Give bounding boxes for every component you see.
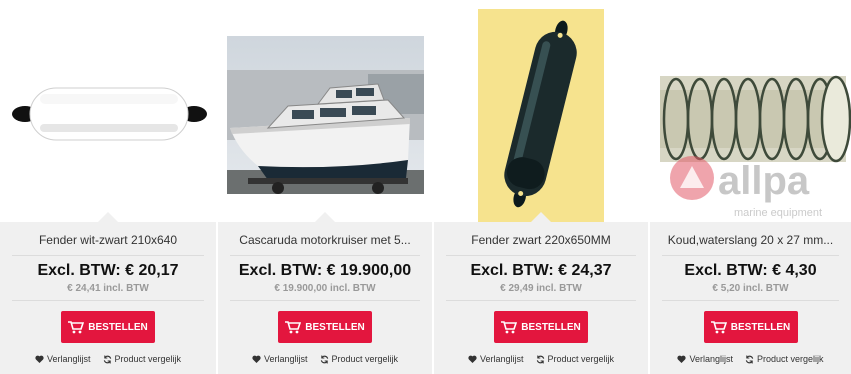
watermark-text: allpa bbox=[718, 159, 810, 203]
price-excl: Excl. BTW: € 19.900,00 bbox=[238, 262, 412, 279]
divider bbox=[230, 255, 420, 256]
divider bbox=[12, 300, 204, 301]
heart-icon bbox=[468, 355, 477, 363]
price-incl: € 29,49 incl. BTW bbox=[500, 283, 582, 294]
wishlist-label: Verlanglijst bbox=[479, 354, 524, 364]
spiral-hose-image: allpa marine equipment bbox=[660, 75, 851, 219]
wishlist-link[interactable]: Verlanglijst bbox=[677, 354, 733, 364]
compare-label: Product vergelijk bbox=[757, 354, 824, 364]
price-excl: Excl. BTW: € 4,30 bbox=[684, 262, 817, 279]
cart-icon bbox=[501, 320, 518, 333]
wishlist-label: Verlanglijst bbox=[689, 354, 733, 364]
compare-label: Product vergelijk bbox=[331, 354, 399, 364]
product-info: Koud,waterslang 20 x 27 mm... Excl. BTW:… bbox=[650, 222, 851, 374]
product-image[interactable] bbox=[218, 0, 432, 222]
black-fender-image bbox=[478, 9, 604, 222]
refresh-icon bbox=[745, 354, 754, 364]
wishlist-link[interactable]: Verlanglijst bbox=[252, 354, 308, 364]
order-button-label: BESTELLEN bbox=[88, 321, 148, 333]
heart-icon bbox=[35, 355, 44, 363]
cart-icon bbox=[710, 320, 727, 333]
compare-label: Product vergelijk bbox=[114, 354, 182, 364]
heart-icon bbox=[252, 355, 261, 363]
divider bbox=[12, 255, 204, 256]
compare-link[interactable]: Product vergelijk bbox=[320, 354, 399, 364]
product-info: Fender zwart 220x650MM Excl. BTW: € 24,3… bbox=[434, 212, 648, 374]
card-links: Verlanglijst Product vergelijk bbox=[434, 354, 648, 364]
product-image[interactable] bbox=[0, 0, 216, 222]
price-incl: € 24,41 incl. BTW bbox=[67, 283, 149, 294]
divider bbox=[230, 300, 420, 301]
product-image[interactable] bbox=[434, 0, 648, 222]
heart-icon bbox=[677, 355, 687, 363]
white-fender-image bbox=[12, 87, 207, 141]
product-card: allpa marine equipment Koud,waterslang 2… bbox=[650, 0, 851, 374]
price-excl: Excl. BTW: € 20,17 bbox=[37, 262, 179, 279]
order-button-label: BESTELLEN bbox=[305, 321, 365, 333]
price-incl: € 5,20 incl. BTW bbox=[712, 283, 789, 294]
compare-link[interactable]: Product vergelijk bbox=[745, 354, 824, 364]
product-card: Cascaruda motorkruiser met 5... Excl. BT… bbox=[218, 0, 432, 374]
order-button-label: BESTELLEN bbox=[521, 321, 581, 333]
product-title[interactable]: Fender wit-zwart 210x640 bbox=[6, 233, 210, 247]
wishlist-link[interactable]: Verlanglijst bbox=[35, 354, 91, 364]
divider bbox=[662, 300, 839, 301]
card-links: Verlanglijst Product vergelijk bbox=[650, 354, 851, 364]
order-button[interactable]: BESTELLEN bbox=[61, 311, 155, 343]
compare-link[interactable]: Product vergelijk bbox=[103, 354, 182, 364]
divider bbox=[446, 255, 636, 256]
compare-label: Product vergelijk bbox=[547, 354, 615, 364]
card-pointer bbox=[98, 212, 118, 222]
order-button-label: BESTELLEN bbox=[730, 321, 791, 333]
wishlist-label: Verlanglijst bbox=[46, 354, 91, 364]
product-info: Cascaruda motorkruiser met 5... Excl. BT… bbox=[218, 212, 432, 374]
card-links: Verlanglijst Product vergelijk bbox=[0, 354, 216, 364]
cart-icon bbox=[68, 320, 85, 333]
refresh-icon bbox=[103, 354, 111, 364]
motor-boat-image bbox=[227, 36, 424, 194]
compare-link[interactable]: Product vergelijk bbox=[536, 354, 615, 364]
wishlist-link[interactable]: Verlanglijst bbox=[468, 354, 524, 364]
refresh-icon bbox=[536, 354, 544, 364]
card-links: Verlanglijst Product vergelijk bbox=[218, 354, 432, 364]
wishlist-label: Verlanglijst bbox=[263, 354, 308, 364]
card-pointer bbox=[531, 212, 551, 222]
price-incl: € 19.900,00 incl. BTW bbox=[274, 283, 376, 294]
order-button[interactable]: BESTELLEN bbox=[703, 311, 798, 343]
product-title[interactable]: Fender zwart 220x650MM bbox=[440, 233, 642, 247]
watermark-subtext: marine equipment bbox=[734, 207, 822, 219]
order-button[interactable]: BESTELLEN bbox=[278, 311, 372, 343]
divider bbox=[662, 255, 839, 256]
product-title[interactable]: Koud,waterslang 20 x 27 mm... bbox=[656, 233, 845, 247]
divider bbox=[446, 300, 636, 301]
product-card: Fender wit-zwart 210x640 Excl. BTW: € 20… bbox=[0, 0, 216, 374]
cart-icon bbox=[285, 320, 302, 333]
product-grid: Fender wit-zwart 210x640 Excl. BTW: € 20… bbox=[0, 0, 851, 374]
order-button[interactable]: BESTELLEN bbox=[494, 311, 588, 343]
card-pointer bbox=[315, 212, 335, 222]
product-title[interactable]: Cascaruda motorkruiser met 5... bbox=[224, 233, 426, 247]
product-image[interactable]: allpa marine equipment bbox=[650, 0, 851, 222]
refresh-icon bbox=[320, 354, 328, 364]
product-card: Fender zwart 220x650MM Excl. BTW: € 24,3… bbox=[434, 0, 648, 374]
price-excl: Excl. BTW: € 24,37 bbox=[470, 262, 612, 279]
product-info: Fender wit-zwart 210x640 Excl. BTW: € 20… bbox=[0, 212, 216, 374]
